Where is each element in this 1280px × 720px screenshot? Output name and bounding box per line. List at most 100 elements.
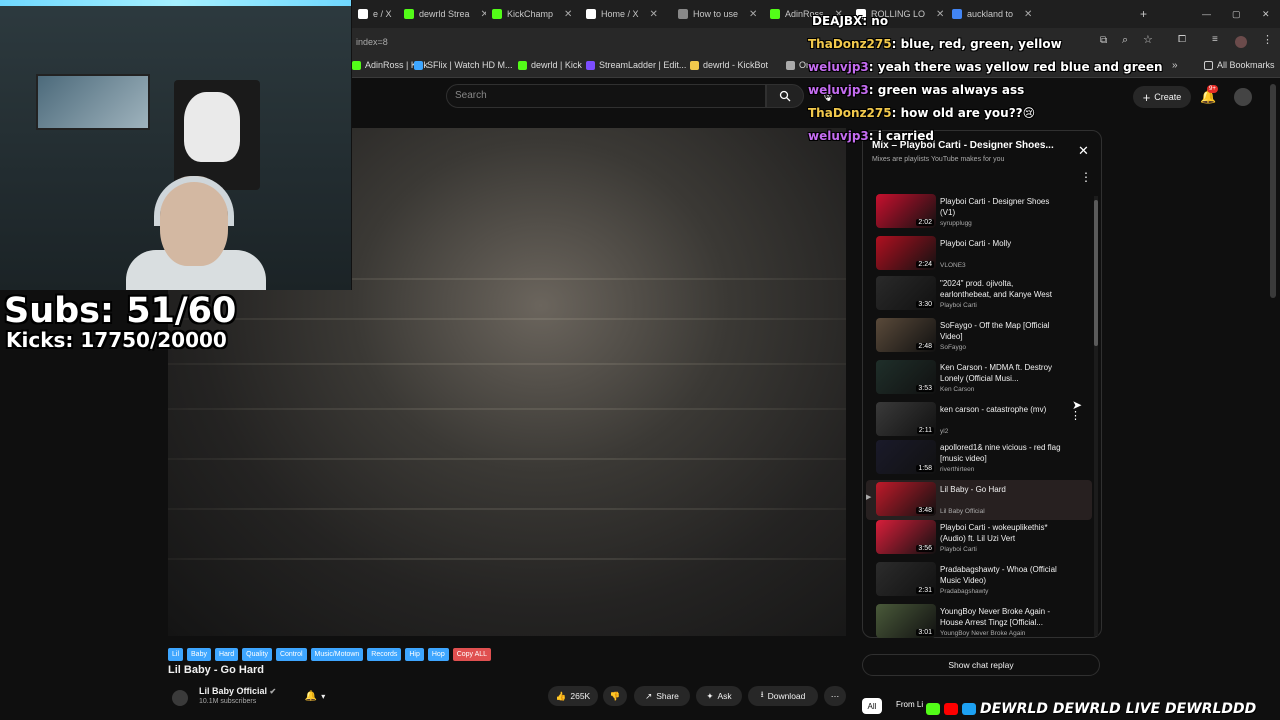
video-thumbnail[interactable]: 1:58 bbox=[876, 440, 936, 474]
playlist-item[interactable]: 2:31 Pradabagshawty - Whoa (Official Musi… bbox=[866, 560, 1092, 600]
video-thumbnail[interactable]: 3:53 bbox=[876, 360, 936, 394]
all-bookmarks-label: All Bookmarks bbox=[1217, 60, 1275, 70]
bookmark-item[interactable]: dewrld - KickBot bbox=[690, 60, 768, 70]
bookmark-item[interactable]: StreamLadder | Edit... bbox=[586, 60, 686, 70]
create-button[interactable]: + Create bbox=[1133, 86, 1191, 108]
close-tab-icon[interactable]: ✕ bbox=[749, 9, 757, 20]
install-icon[interactable]: ⧉ bbox=[1100, 35, 1107, 46]
tab-label: Home / X bbox=[601, 9, 639, 19]
bookmark-star-icon[interactable]: ☆ bbox=[1143, 33, 1153, 46]
playlist-item[interactable]: ▶ 3:48 Lil Baby - Go Hard Lil Baby Official bbox=[866, 480, 1092, 520]
maximize-icon[interactable]: ▢ bbox=[1226, 4, 1247, 24]
more-actions-button[interactable]: ⋯ bbox=[824, 686, 846, 706]
webcam-overlay bbox=[0, 0, 352, 290]
like-button[interactable]: 👍 265K bbox=[548, 686, 598, 706]
new-tab-button[interactable]: + bbox=[1134, 4, 1153, 24]
tag-chip[interactable]: Quality bbox=[242, 648, 272, 661]
playlist-item-title: Lil Baby - Go Hard bbox=[940, 485, 1006, 494]
video-thumbnail[interactable]: 2:31 bbox=[876, 562, 936, 596]
chat-text: : yeah there was yellow red blue and gre… bbox=[868, 60, 1163, 74]
playlist-item[interactable]: 2:24 Playboi Carti - Molly VLONE3 bbox=[866, 234, 1092, 274]
tag-chip[interactable]: Hop bbox=[427, 648, 449, 661]
close-tab-icon[interactable]: ✕ bbox=[650, 9, 658, 20]
filter-chip-from[interactable]: From Li bbox=[896, 700, 923, 709]
playlist-item-channel: Ken Carson bbox=[940, 386, 975, 393]
video-duration: 2:48 bbox=[916, 343, 934, 350]
playlist-item[interactable]: 2:48 SoFaygo - Off the Map [Official Vide… bbox=[866, 316, 1092, 356]
filter-chip-all[interactable]: All bbox=[862, 698, 882, 714]
playlist-subtitle: Mixes are playlists YouTube makes for yo… bbox=[872, 156, 1005, 163]
bookmark-item[interactable]: dewrld | Kick bbox=[518, 60, 582, 70]
playlist-item-channel: riverthirteen bbox=[940, 466, 975, 473]
subscribe-bell-button[interactable]: 🔔 ▾ bbox=[296, 686, 334, 706]
channel-avatar[interactable] bbox=[172, 690, 188, 706]
all-bookmarks-button[interactable]: All Bookmarks bbox=[1204, 60, 1275, 70]
playlist-scroll-thumb[interactable] bbox=[1094, 200, 1098, 346]
video-thumbnail[interactable]: 2:11 bbox=[876, 402, 936, 436]
kebab-menu-icon[interactable]: ⋮ bbox=[1262, 33, 1273, 46]
youtube-logo-icon bbox=[944, 703, 958, 715]
more-options-icon[interactable]: ⋮ bbox=[1080, 170, 1092, 184]
playlist-item[interactable]: 3:56 Playboi Carti - wokeuplikethis* (Aud… bbox=[866, 518, 1092, 558]
kick-logo-icon bbox=[926, 703, 940, 715]
browser-tab[interactable]: auckland to ✕ bbox=[946, 4, 1040, 24]
video-duration: 3:48 bbox=[916, 507, 934, 514]
account-avatar[interactable] bbox=[1234, 88, 1252, 106]
extensions-icon[interactable]: ⧠ bbox=[1178, 34, 1186, 45]
search-input[interactable]: Search bbox=[446, 84, 766, 108]
close-window-icon[interactable]: ✕ bbox=[1256, 4, 1276, 24]
tag-chip[interactable]: Lil bbox=[168, 648, 184, 661]
video-thumbnail[interactable]: 2:02 bbox=[876, 194, 936, 228]
chat-username: weluvjp3 bbox=[808, 60, 869, 74]
video-thumbnail[interactable]: 3:30 bbox=[876, 276, 936, 310]
close-tab-icon[interactable]: ✕ bbox=[564, 9, 572, 20]
tag-chip[interactable]: Baby bbox=[187, 648, 211, 661]
video-thumbnail[interactable]: 3:48 bbox=[876, 482, 936, 516]
playlist-item[interactable]: 3:01 YoungBoy Never Broke Again - House A… bbox=[866, 602, 1092, 642]
playlist-item-title: Pradabagshawty - Whoa (Official Music Vi… bbox=[940, 565, 1057, 585]
download-button[interactable]: ⭳ Download bbox=[748, 686, 818, 706]
video-thumbnail[interactable]: 2:24 bbox=[876, 236, 936, 270]
video-thumbnail[interactable]: 3:01 bbox=[876, 604, 936, 638]
tag-chip[interactable]: Control bbox=[275, 648, 307, 661]
playlist-item-channel: Playboi Carti bbox=[940, 302, 977, 309]
bookmark-item[interactable]: SFlix | Watch HD M... bbox=[414, 60, 513, 70]
zoom-icon[interactable]: ⌕ bbox=[1122, 34, 1128, 47]
menu-lines-icon[interactable]: ≡ bbox=[1212, 34, 1218, 45]
close-tab-icon[interactable]: ✕ bbox=[936, 9, 944, 20]
copy-all-button[interactable]: Copy ALL bbox=[452, 648, 492, 661]
share-button[interactable]: ↗ Share bbox=[634, 686, 690, 706]
search-button[interactable] bbox=[766, 84, 804, 108]
video-thumbnail[interactable]: 3:56 bbox=[876, 520, 936, 554]
show-chat-replay-button[interactable]: Show chat replay bbox=[862, 654, 1100, 676]
browser-tab[interactable]: Home / X ✕ bbox=[580, 4, 672, 24]
minimize-icon[interactable]: — bbox=[1196, 4, 1217, 24]
channel-name[interactable]: Lil Baby Official ✔ bbox=[199, 686, 276, 696]
bookmark-favicon-icon bbox=[690, 60, 699, 70]
banner-text: DEWRLD DEWRLD LIVE DEWRLDDD bbox=[980, 701, 1257, 717]
tag-chip[interactable]: Records bbox=[367, 648, 402, 661]
notifications-button[interactable]: 🔔 9+ bbox=[1200, 85, 1218, 106]
dislike-button[interactable]: 👎 bbox=[603, 686, 627, 706]
tag-chip[interactable]: Hip bbox=[405, 648, 424, 661]
browser-tab[interactable]: KickChamp ✕ bbox=[486, 4, 580, 24]
profile-avatar[interactable] bbox=[1235, 36, 1247, 48]
close-icon[interactable]: ✕ bbox=[1078, 143, 1089, 159]
playlist-item-title: apollored1& nine vicious - red flag [mus… bbox=[940, 443, 1061, 463]
tag-chip[interactable]: Hard bbox=[214, 648, 239, 661]
browser-tab[interactable]: e / X✕ bbox=[352, 4, 398, 24]
close-tab-icon[interactable]: ✕ bbox=[1024, 9, 1032, 20]
page-scrollbar[interactable] bbox=[1270, 84, 1276, 298]
ask-button[interactable]: ✦ Ask bbox=[696, 686, 742, 706]
playlist-item[interactable]: 2:11 ken carson - catastrophe (mv) yl2 bbox=[866, 400, 1092, 440]
video-thumbnail[interactable]: 2:48 bbox=[876, 318, 936, 352]
browser-tab[interactable]: How to use ✕ bbox=[672, 4, 764, 24]
playlist-item[interactable]: 1:58 apollored1& nine vicious - red flag … bbox=[866, 438, 1092, 478]
chevron-right-icon[interactable]: » bbox=[1172, 60, 1178, 71]
playlist-item[interactable]: 3:30 "2024" prod. ojivolta, earlonthebeat… bbox=[866, 274, 1092, 314]
playlist-item[interactable]: 2:02 Playboi Carti - Designer Shoes (V1) s… bbox=[866, 192, 1092, 232]
item-menu-icon[interactable]: ⋮ bbox=[1070, 409, 1081, 422]
tag-chip[interactable]: Music/Motown bbox=[310, 648, 364, 661]
playlist-item[interactable]: 3:53 Ken Carson - MDMA ft. Destroy Lonely… bbox=[866, 358, 1092, 398]
browser-tab[interactable]: dewrld Strea ✕ bbox=[398, 4, 486, 24]
